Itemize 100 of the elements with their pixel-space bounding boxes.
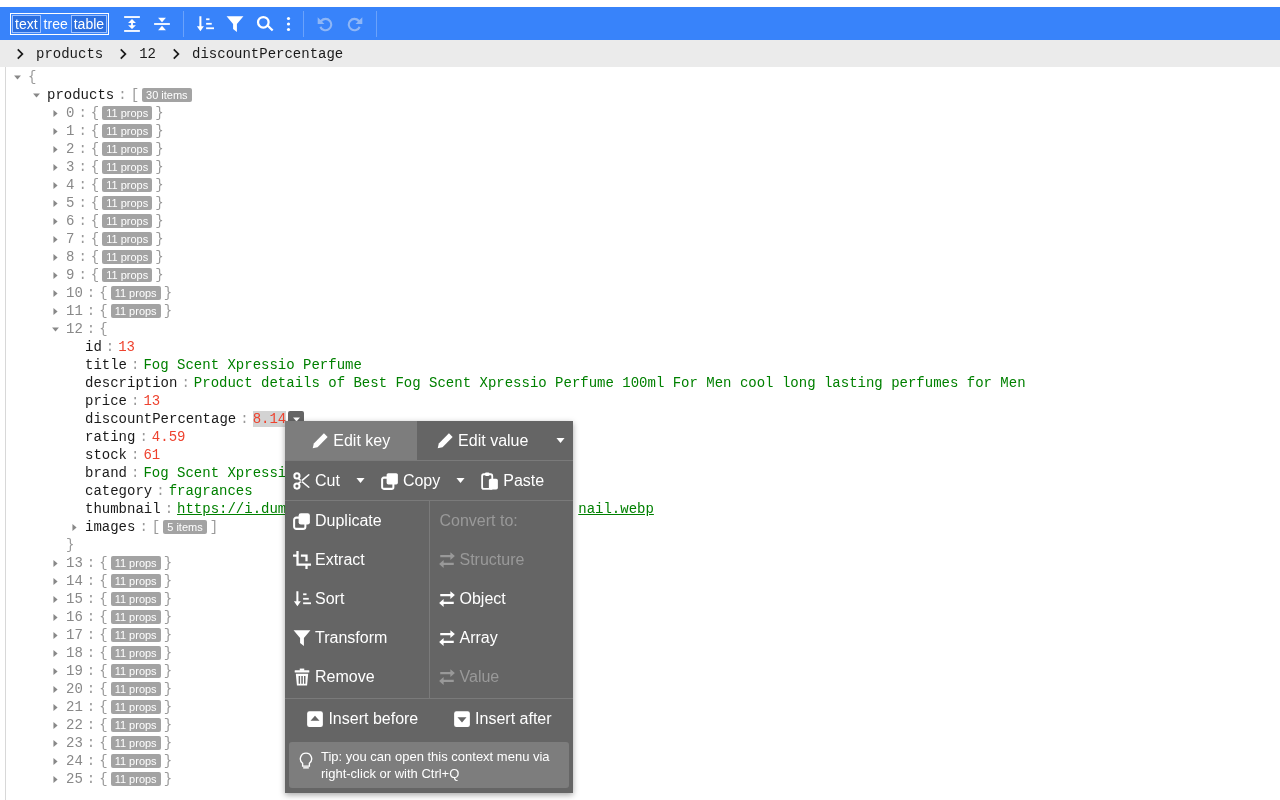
open-bracket: {: [90, 105, 100, 121]
caret-icon: [50, 683, 61, 695]
item-index[interactable]: 11: [66, 303, 83, 319]
link[interactable]: nail.webp: [578, 501, 654, 517]
menu-item[interactable]: Extract: [285, 540, 429, 579]
property-key[interactable]: stock: [85, 447, 127, 463]
count-tag[interactable]: 5 items: [163, 520, 207, 534]
count-tag[interactable]: 11 props: [102, 250, 153, 264]
close-bracket: }: [155, 123, 164, 139]
count-tag[interactable]: 11 props: [102, 196, 153, 210]
count-tag[interactable]: 11 props: [110, 682, 161, 696]
menu-item[interactable]: Duplicate: [285, 501, 429, 540]
caret-icon: [50, 287, 61, 299]
menu-item[interactable]: Paste: [473, 461, 553, 500]
item-index[interactable]: 1: [66, 123, 75, 139]
count-tag[interactable]: 11 props: [102, 106, 153, 120]
count-tag[interactable]: 11 props: [102, 232, 153, 246]
menu-item[interactable]: Edit value: [416, 421, 548, 460]
crop-icon: [293, 550, 311, 569]
item-index[interactable]: 7: [66, 231, 75, 247]
count-tag[interactable]: 11 props: [110, 556, 161, 570]
item-index[interactable]: 8: [66, 249, 75, 265]
item-index[interactable]: 9: [66, 267, 75, 283]
caret-icon: [50, 665, 61, 677]
count-tag[interactable]: 11 props: [110, 628, 161, 642]
item-index[interactable]: 3: [66, 159, 75, 175]
menu-item[interactable]: Transform: [285, 618, 429, 657]
property-key[interactable]: title: [85, 357, 127, 373]
property-key[interactable]: brand: [85, 465, 127, 481]
item-index[interactable]: 17: [66, 627, 83, 643]
count-tag[interactable]: 11 props: [110, 592, 161, 606]
mode-tab[interactable]: table: [70, 14, 108, 33]
item-index[interactable]: 0: [66, 105, 75, 121]
breadcrumb-item[interactable]: 12: [139, 45, 163, 62]
count-tag[interactable]: 30 items: [142, 88, 192, 102]
property-key[interactable]: thumbnail: [85, 501, 161, 517]
property-key[interactable]: category: [85, 483, 153, 499]
item-index[interactable]: 23: [66, 735, 83, 751]
count-tag[interactable]: 11 props: [102, 268, 153, 282]
count-tag[interactable]: 11 props: [110, 286, 161, 300]
property-key[interactable]: id: [85, 339, 102, 355]
count-tag[interactable]: 11 props: [102, 214, 153, 228]
property-key[interactable]: price: [85, 393, 127, 409]
menu-item[interactable]: Remove: [285, 657, 429, 696]
property-key[interactable]: discountPercentage: [85, 411, 237, 427]
menu-item[interactable]: Object: [429, 579, 573, 618]
item-index[interactable]: 20: [66, 681, 83, 697]
count-tag[interactable]: 11 props: [110, 772, 161, 786]
count-tag[interactable]: 11 props: [110, 574, 161, 588]
menu-item[interactable]: Insert before: [298, 699, 427, 738]
open-bracket: {: [90, 177, 100, 193]
item-index[interactable]: 24: [66, 753, 83, 769]
item-index[interactable]: 10: [66, 285, 83, 301]
count-tag[interactable]: 11 props: [110, 664, 161, 678]
item-index[interactable]: 22: [66, 717, 83, 733]
item-index[interactable]: 16: [66, 609, 83, 625]
item-index[interactable]: 5: [66, 195, 75, 211]
count-tag[interactable]: 11 props: [110, 700, 161, 714]
item-index[interactable]: 15: [66, 591, 83, 607]
item-index[interactable]: 6: [66, 213, 75, 229]
item-index[interactable]: 2: [66, 141, 75, 157]
item-index[interactable]: 21: [66, 699, 83, 715]
close-bracket: ]: [209, 519, 219, 535]
property-key[interactable]: products: [47, 87, 115, 103]
count-tag[interactable]: 11 props: [110, 736, 161, 750]
count-tag[interactable]: 11 props: [110, 610, 161, 624]
item-index[interactable]: 12: [66, 321, 83, 337]
menu-item[interactable]: Insert after: [445, 699, 560, 738]
caret-icon: [50, 575, 61, 587]
item-index[interactable]: 25: [66, 771, 83, 787]
item-index[interactable]: 18: [66, 645, 83, 661]
close-bracket: }: [163, 555, 173, 571]
menu-item[interactable]: Copy: [372, 461, 449, 500]
count-tag[interactable]: 11 props: [102, 124, 153, 138]
count-tag[interactable]: 11 props: [110, 646, 161, 660]
mode-tab[interactable]: tree: [40, 14, 71, 33]
menu-item[interactable]: Edit key: [285, 421, 417, 460]
menu-item[interactable]: Sort: [285, 579, 429, 618]
link[interactable]: https://i.dum: [177, 501, 287, 517]
property-key[interactable]: images: [85, 519, 136, 535]
item-index[interactable]: 19: [66, 663, 83, 679]
property-key[interactable]: description: [85, 375, 178, 391]
count-tag[interactable]: 11 props: [102, 142, 153, 156]
breadcrumb-item[interactable]: products: [36, 45, 110, 62]
item-index[interactable]: 14: [66, 573, 83, 589]
count-tag[interactable]: 11 props: [110, 718, 161, 732]
property-key[interactable]: rating: [85, 429, 136, 445]
mode-tab[interactable]: text: [12, 14, 41, 33]
count-tag[interactable]: 11 props: [110, 754, 161, 768]
count-tag[interactable]: 11 props: [102, 178, 153, 192]
item-index[interactable]: 13: [66, 555, 83, 571]
menu-item[interactable]: Array: [429, 618, 573, 657]
breadcrumb-item[interactable]: discountPercentage: [192, 45, 350, 62]
menu-item[interactable]: Cut: [285, 461, 348, 500]
colon: :: [86, 735, 96, 751]
count-tag[interactable]: 11 props: [110, 304, 161, 318]
colon: :: [105, 339, 115, 355]
open-bracket: {: [99, 753, 108, 769]
count-tag[interactable]: 11 props: [102, 160, 153, 174]
item-index[interactable]: 4: [66, 177, 75, 193]
